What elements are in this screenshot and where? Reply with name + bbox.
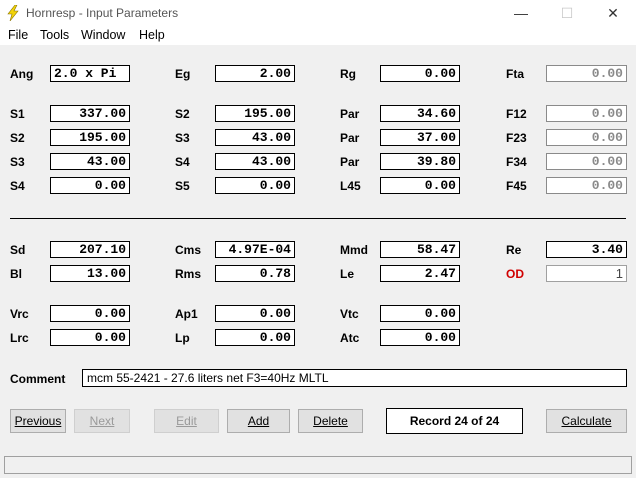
label-s1: S1 — [10, 107, 25, 121]
sd-field[interactable]: 207.10 — [50, 241, 130, 258]
label-sd: Sd — [10, 243, 26, 257]
label-lrc: Lrc — [10, 331, 29, 345]
s2-field[interactable]: 195.00 — [215, 105, 295, 122]
maximize-button[interactable]: ☐ — [544, 0, 590, 26]
label-ap1: Ap1 — [175, 307, 198, 321]
label-mmd: Mmd — [340, 243, 368, 257]
status-bar — [4, 456, 632, 474]
label-f45: F45 — [506, 179, 527, 193]
s4-field[interactable]: 0.00 — [50, 177, 130, 194]
calculate-button[interactable]: Calculate — [546, 409, 627, 433]
next-button[interactable]: Next — [74, 409, 130, 433]
menu-window[interactable]: Window — [81, 28, 125, 42]
menu-bar: File Tools Window Help — [0, 26, 636, 45]
record-indicator: Record 24 of 24 — [386, 408, 523, 434]
label-l45: L45 — [340, 179, 361, 193]
label-bl: Bl — [10, 267, 22, 281]
label-s3: S3 — [175, 131, 190, 145]
label-atc: Atc — [340, 331, 360, 345]
menu-file[interactable]: File — [8, 28, 28, 42]
rms-field[interactable]: 0.78 — [215, 265, 295, 282]
cms-field[interactable]: 4.97E-04 — [215, 241, 295, 258]
label-ang: Ang — [10, 67, 34, 81]
label-s5: S5 — [175, 179, 190, 193]
label-s4: S4 — [10, 179, 25, 193]
title-bar: Hornresp - Input Parameters — ☐ ✕ — [0, 0, 636, 26]
label-le: Le — [340, 267, 355, 281]
lrc-field[interactable]: 0.00 — [50, 329, 130, 346]
f34-field[interactable]: 0.00 — [546, 153, 627, 170]
comment-field[interactable]: mcm 55-2421 - 27.6 liters net F3=40Hz ML… — [82, 369, 627, 387]
re-field[interactable]: 3.40 — [546, 241, 627, 258]
vrc-field[interactable]: 0.00 — [50, 305, 130, 322]
lightning-icon — [7, 5, 19, 21]
edit-button[interactable]: Edit — [154, 409, 219, 433]
label-s2: S2 — [175, 107, 190, 121]
menu-tools[interactable]: Tools — [40, 28, 69, 42]
label-eg: Eg — [175, 67, 191, 81]
minimize-button[interactable]: — — [498, 0, 544, 26]
label-par: Par — [340, 107, 360, 121]
label-par: Par — [340, 155, 360, 169]
previous-button[interactable]: Previous — [10, 409, 66, 433]
s3-field[interactable]: 43.00 — [215, 129, 295, 146]
ap1-field[interactable]: 0.00 — [215, 305, 295, 322]
label-cms: Cms — [175, 243, 202, 257]
od-field[interactable]: 1 — [546, 265, 627, 282]
label-f23: F23 — [506, 131, 527, 145]
label-od: OD — [506, 267, 524, 281]
label-vrc: Vrc — [10, 307, 29, 321]
par1-field[interactable]: 34.60 — [380, 105, 460, 122]
menu-help[interactable]: Help — [139, 28, 165, 42]
vtc-field[interactable]: 0.00 — [380, 305, 460, 322]
atc-field[interactable]: 0.00 — [380, 329, 460, 346]
s5-field[interactable]: 0.00 — [215, 177, 295, 194]
label-lp: Lp — [175, 331, 190, 345]
ang-field[interactable]: 2.0 x Pi — [50, 65, 130, 82]
delete-button[interactable]: Delete — [298, 409, 363, 433]
s4-field[interactable]: 43.00 — [215, 153, 295, 170]
eg-field[interactable]: 2.00 — [215, 65, 295, 82]
label-rg: Rg — [340, 67, 356, 81]
label-rms: Rms — [175, 267, 202, 281]
le-field[interactable]: 2.47 — [380, 265, 460, 282]
lp-field[interactable]: 0.00 — [215, 329, 295, 346]
fta-field[interactable]: 0.00 — [546, 65, 627, 82]
label-s2: S2 — [10, 131, 25, 145]
label-f34: F34 — [506, 155, 527, 169]
s3-field[interactable]: 43.00 — [50, 153, 130, 170]
label-vtc: Vtc — [340, 307, 359, 321]
rg-field[interactable]: 0.00 — [380, 65, 460, 82]
label-comment: Comment — [10, 372, 66, 386]
f45-field[interactable]: 0.00 — [546, 177, 627, 194]
label-fta: Fta — [506, 67, 524, 81]
l45-field[interactable]: 0.00 — [380, 177, 460, 194]
s1-field[interactable]: 337.00 — [50, 105, 130, 122]
label-f12: F12 — [506, 107, 527, 121]
s2-field[interactable]: 195.00 — [50, 129, 130, 146]
f23-field[interactable]: 0.00 — [546, 129, 627, 146]
par2-field[interactable]: 37.00 — [380, 129, 460, 146]
section-divider — [10, 218, 626, 219]
window-title: Hornresp - Input Parameters — [26, 6, 179, 20]
add-button[interactable]: Add — [227, 409, 290, 433]
par3-field[interactable]: 39.80 — [380, 153, 460, 170]
mmd-field[interactable]: 58.47 — [380, 241, 460, 258]
label-re: Re — [506, 243, 522, 257]
bl-field[interactable]: 13.00 — [50, 265, 130, 282]
label-s3: S3 — [10, 155, 25, 169]
close-button[interactable]: ✕ — [590, 0, 636, 26]
label-s4: S4 — [175, 155, 190, 169]
f12-field[interactable]: 0.00 — [546, 105, 627, 122]
label-par: Par — [340, 131, 360, 145]
